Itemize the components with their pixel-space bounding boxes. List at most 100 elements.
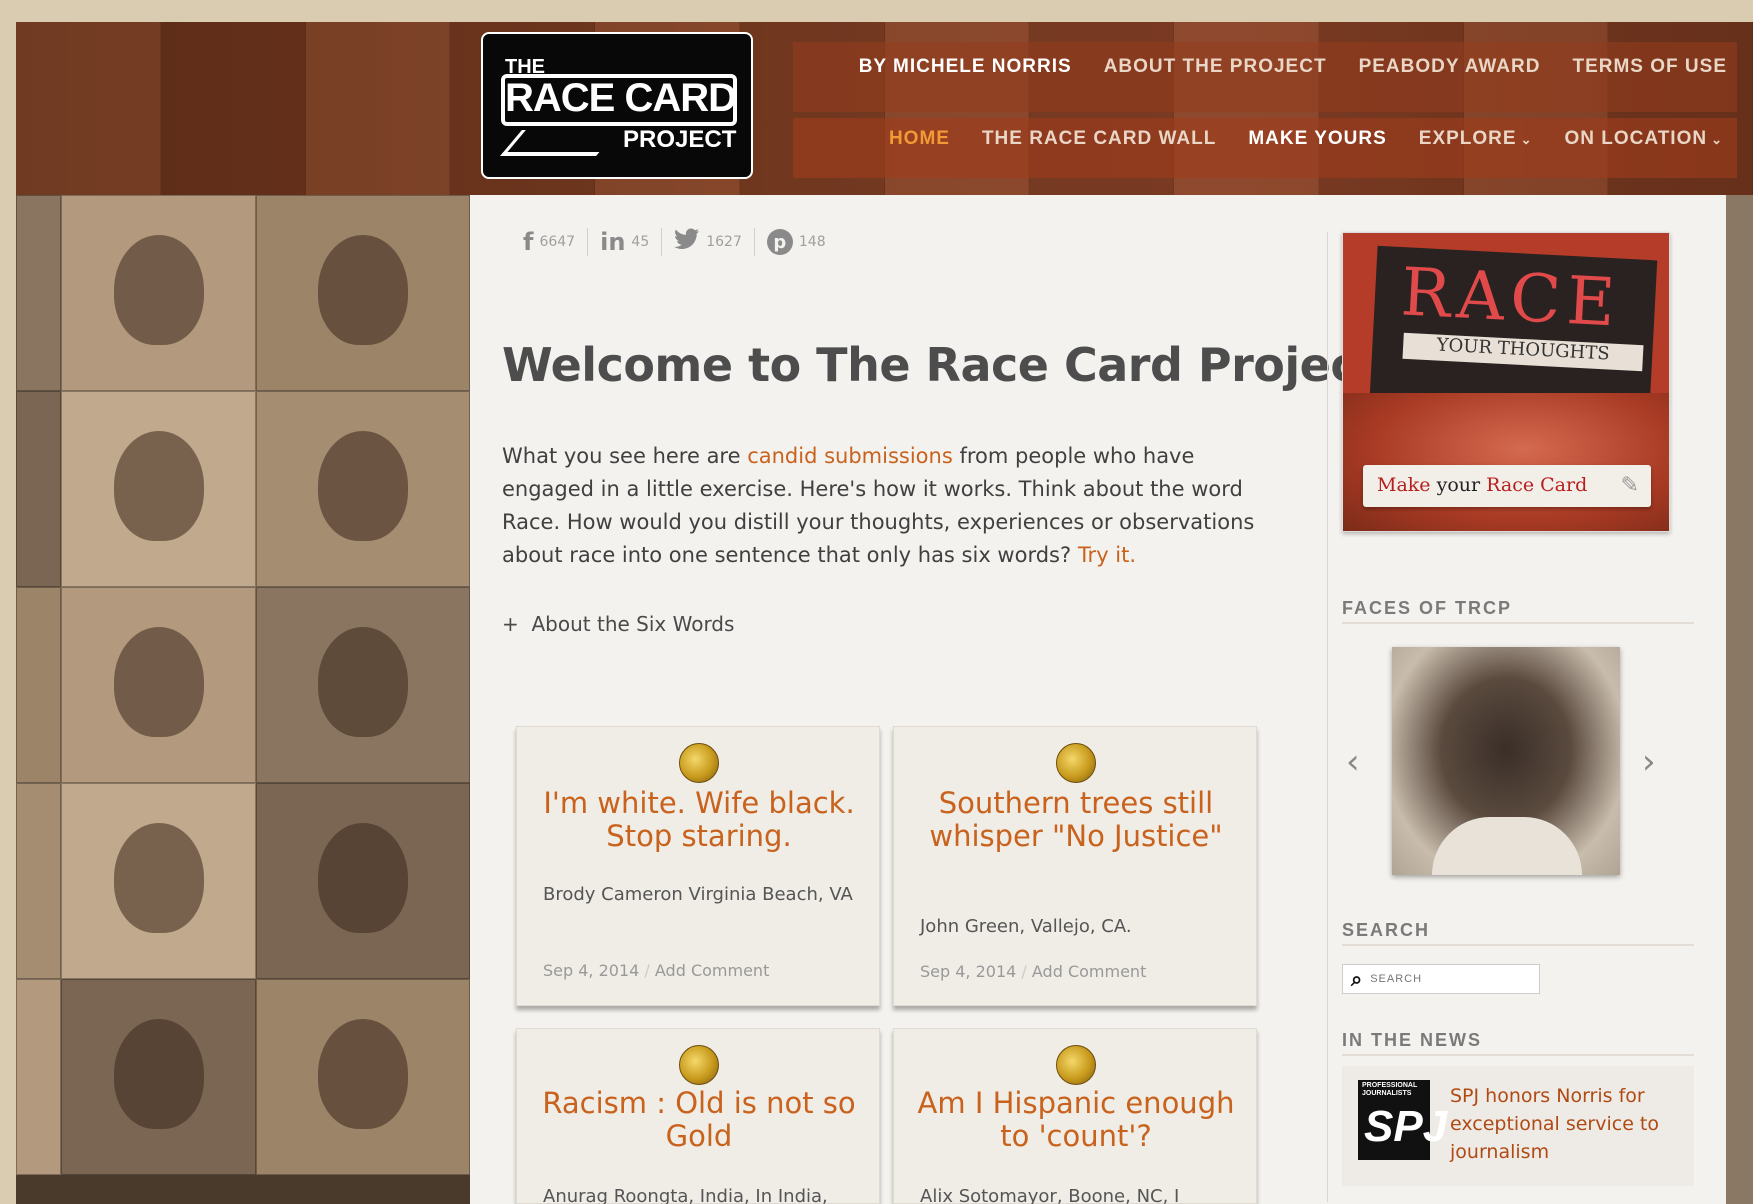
cta-race-card: Race Card [1486, 474, 1588, 496]
carousel-prev-arrow[interactable]: ‹ [1346, 742, 1360, 782]
share-bar: f 6647 in 45 1627 p 148 [511, 228, 838, 256]
logo-project: PROJECT [623, 126, 737, 153]
card-quote[interactable]: I'm white. Wife black. Stop staring. [527, 787, 871, 853]
collage-photo [256, 587, 470, 783]
card-author: Brody Cameron Virginia Beach, VA [543, 884, 853, 905]
search-box: ⌕ [1342, 964, 1540, 994]
search-heading: SEARCH [1342, 920, 1431, 940]
cta-make: Make [1377, 474, 1431, 496]
news-heading: IN THE NEWS [1342, 1030, 1483, 1050]
logo-race-card: RACE CARD [505, 76, 737, 120]
share-twitter[interactable]: 1627 [662, 228, 755, 256]
share-facebook[interactable]: f 6647 [511, 228, 589, 256]
chevron-down-icon: ⌄ [1711, 132, 1723, 147]
candid-submissions-link[interactable]: candid submissions [747, 444, 953, 468]
nav-peabody-award[interactable]: PEABODY AWARD [1359, 56, 1541, 78]
collage-photo [256, 783, 470, 979]
intro-text: What you see here are [502, 444, 748, 468]
collage-photo [61, 195, 256, 391]
news-link[interactable]: SPJ honors Norris for exceptional servic… [1450, 1082, 1680, 1166]
chevron-down-icon: ⌄ [1520, 132, 1533, 147]
faces-heading: FACES OF TRCP [1342, 598, 1513, 618]
twitter-icon [674, 228, 700, 256]
nav-about-the-project[interactable]: ABOUT THE PROJECT [1104, 56, 1327, 78]
search-input[interactable] [1370, 973, 1521, 985]
add-comment-link[interactable]: Add Comment [655, 961, 769, 980]
collage-photo [256, 391, 470, 587]
promo-race-word: RACE [1399, 253, 1623, 342]
pinterest-count: 148 [798, 234, 826, 250]
share-pinterest[interactable]: p 148 [755, 229, 838, 255]
logo-bubble-tail [500, 130, 618, 156]
nav-by-michele-norris[interactable]: BY MICHELE NORRIS [859, 56, 1072, 78]
heading-rule [1342, 944, 1694, 946]
collage-photo [61, 979, 256, 1175]
main-nav: HOME THE RACE CARD WALL MAKE YOURS EXPLO… [889, 128, 1723, 150]
share-linkedin[interactable]: in 45 [588, 228, 663, 256]
card-author: Alix Sotomayor, Boone, NC, I [920, 1186, 1180, 1204]
nav-explore-label: EXPLORE [1418, 128, 1517, 149]
intro-paragraph: What you see here are candid submissions… [502, 440, 1282, 572]
card-quote[interactable]: Am I Hispanic enough to 'count'? [904, 1087, 1248, 1153]
site-logo[interactable]: THE RACE CARD PROJECT [481, 32, 753, 179]
race-card[interactable]: Southern trees still whisper "No Justice… [893, 726, 1257, 1006]
card-date: Sep 4, 2014 [920, 962, 1017, 981]
nav-race-card-wall[interactable]: THE RACE CARD WALL [982, 128, 1216, 150]
news-item[interactable]: PROFESSIONAL JOURNALISTS SPJ SPJ honors … [1342, 1066, 1694, 1186]
photo-collage [16, 195, 470, 1204]
collage-photo [16, 979, 61, 1175]
linkedin-count: 45 [631, 234, 650, 250]
about-six-words-toggle[interactable]: + About the Six Words [502, 612, 734, 636]
nav-on-location[interactable]: ON LOCATION ⌄ [1565, 128, 1724, 150]
try-it-link[interactable]: Try it. [1078, 543, 1136, 567]
page-title: Welcome to The Race Card Project [502, 338, 1379, 392]
race-card[interactable]: Am I Hispanic enough to 'count'? Alix So… [893, 1028, 1257, 1204]
nav-on-location-label: ON LOCATION [1564, 128, 1708, 149]
spj-logo-big-text: SPJ [1364, 1102, 1448, 1151]
collage-photo [61, 783, 256, 979]
cta-your: your [1430, 474, 1487, 496]
top-nav: BY MICHELE NORRIS ABOUT THE PROJECT PEAB… [859, 56, 1727, 78]
plus-icon: + [502, 612, 532, 636]
collage-photo [256, 195, 470, 391]
coin-icon [1056, 743, 1096, 783]
linkedin-icon: in [600, 228, 626, 256]
heading-rule [1342, 1054, 1694, 1056]
spj-logo-small-text: PROFESSIONAL JOURNALISTS [1362, 1082, 1418, 1097]
card-quote[interactable]: Racism : Old is not so Gold [527, 1087, 871, 1153]
featured-face-photo[interactable] [1392, 647, 1620, 875]
collage-photo [61, 587, 256, 783]
nav-terms-of-use[interactable]: TERMS OF USE [1572, 56, 1727, 78]
facebook-count: 6647 [539, 234, 576, 250]
coin-icon [679, 743, 719, 783]
pencil-icon: ✎ [1620, 473, 1639, 498]
collage-photo [61, 391, 256, 587]
card-author: John Green, Vallejo, CA. [920, 916, 1132, 937]
search-icon: ⌕ [1351, 967, 1363, 991]
make-your-race-card-button[interactable]: Make your Race Card ✎ [1363, 465, 1651, 507]
race-card[interactable]: Racism : Old is not so Gold Anurag Roong… [516, 1028, 880, 1204]
spj-logo: PROFESSIONAL JOURNALISTS SPJ [1358, 1080, 1447, 1160]
card-date: Sep 4, 2014 [543, 961, 640, 980]
card-quote[interactable]: Southern trees still whisper "No Justice… [904, 787, 1248, 853]
coin-icon [1056, 1045, 1096, 1085]
nav-explore[interactable]: EXPLORE ⌄ [1419, 128, 1533, 150]
collage-photo [16, 195, 61, 391]
add-comment-link[interactable]: Add Comment [1032, 962, 1146, 981]
meta-separator: / [644, 961, 655, 980]
meta-separator: / [1021, 962, 1032, 981]
coin-icon [679, 1045, 719, 1085]
card-author: Anurag Roongta, India, In India, [543, 1186, 828, 1204]
right-photo-strip [1726, 195, 1753, 1204]
site-header: THE RACE CARD PROJECT BY MICHELE NORRIS … [16, 22, 1753, 195]
nav-make-yours[interactable]: MAKE YOURS [1248, 128, 1386, 150]
make-race-card-promo[interactable]: RACE YOUR THOUGHTS Make your Race Card ✎ [1342, 232, 1670, 532]
nav-home[interactable]: HOME [889, 128, 950, 150]
facebook-icon: f [523, 228, 534, 256]
race-card[interactable]: I'm white. Wife black. Stop staring. Bro… [516, 726, 880, 1006]
card-meta: Sep 4, 2014 / Add Comment [543, 961, 769, 980]
collage-photo [16, 587, 61, 783]
collage-photo [16, 783, 61, 979]
carousel-next-arrow[interactable]: › [1642, 742, 1656, 782]
sidebar-divider [1327, 232, 1328, 1202]
